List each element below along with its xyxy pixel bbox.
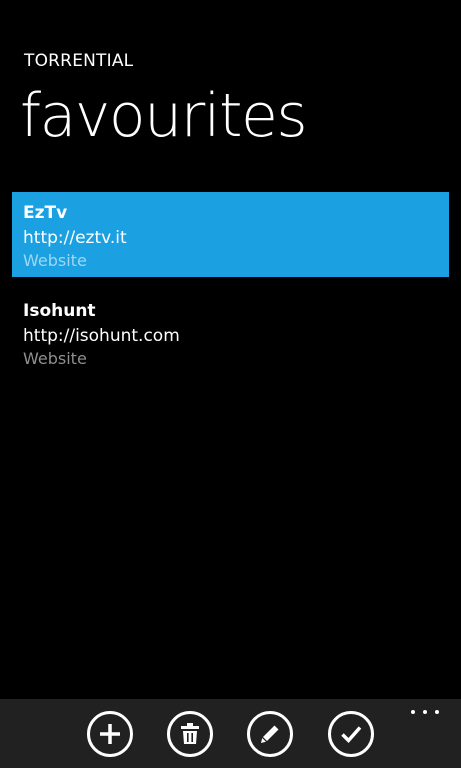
check-icon bbox=[341, 726, 362, 744]
add-icon bbox=[100, 724, 120, 744]
favourite-name: EzTv bbox=[23, 203, 68, 223]
favourite-item-eztv[interactable]: EzTv http://eztv.it Website bbox=[12, 192, 449, 277]
edit-button[interactable] bbox=[247, 711, 293, 757]
edit-icon bbox=[261, 725, 279, 743]
ellipsis-icon[interactable] bbox=[411, 707, 439, 717]
page-title: favourites bbox=[20, 81, 308, 151]
favourite-type: Website bbox=[23, 349, 87, 368]
add-button[interactable] bbox=[87, 711, 133, 757]
delete-icon bbox=[181, 723, 199, 744]
app-title: TORRENTIAL bbox=[24, 51, 134, 71]
delete-button[interactable] bbox=[167, 711, 213, 757]
favourite-item-isohunt[interactable]: Isohunt http://isohunt.com Website bbox=[12, 290, 449, 375]
favourite-name: Isohunt bbox=[23, 301, 96, 321]
favourite-type: Website bbox=[23, 251, 87, 270]
application-bar bbox=[0, 699, 461, 768]
confirm-button[interactable] bbox=[328, 711, 374, 757]
favourite-url: http://isohunt.com bbox=[23, 326, 180, 346]
favourites-list: EzTv http://eztv.it Website Isohunt http… bbox=[12, 192, 449, 388]
favourite-url: http://eztv.it bbox=[23, 228, 127, 248]
